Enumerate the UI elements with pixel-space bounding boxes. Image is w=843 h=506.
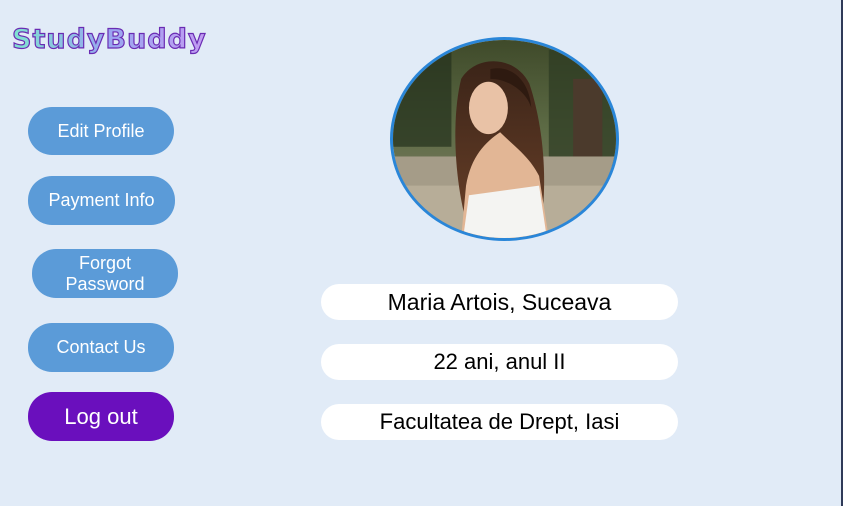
payment-info-button[interactable]: Payment Info <box>28 176 175 225</box>
log-out-button[interactable]: Log out <box>28 392 174 441</box>
contact-us-label: Contact Us <box>56 337 146 357</box>
profile-name-city: Maria Artois, Suceava <box>321 284 678 320</box>
payment-info-label: Payment Info <box>48 190 155 210</box>
studybuddy-logo: StudyBuddy <box>10 18 220 58</box>
age-year-text: 22 ani, anul II <box>433 349 566 374</box>
logo-text: StudyBuddy <box>12 24 207 55</box>
faculty-text: Facultatea de Drept, Iasi <box>379 409 620 434</box>
log-out-label: Log out <box>64 404 138 429</box>
contact-us-button[interactable]: Contact Us <box>28 323 174 372</box>
forgot-password-button[interactable]: Forgot Password <box>32 249 178 298</box>
profile-avatar <box>390 37 619 241</box>
forgot-password-label-line2: Password <box>65 273 145 294</box>
profile-faculty: Facultatea de Drept, Iasi <box>321 404 678 440</box>
name-city-text: Maria Artois, Suceava <box>387 288 612 315</box>
edit-profile-label: Edit Profile <box>57 120 145 141</box>
forgot-password-label-line1: Forgot <box>78 252 132 273</box>
profile-age-year: 22 ani, anul II <box>321 344 678 380</box>
edit-profile-button[interactable]: Edit Profile <box>28 107 174 155</box>
